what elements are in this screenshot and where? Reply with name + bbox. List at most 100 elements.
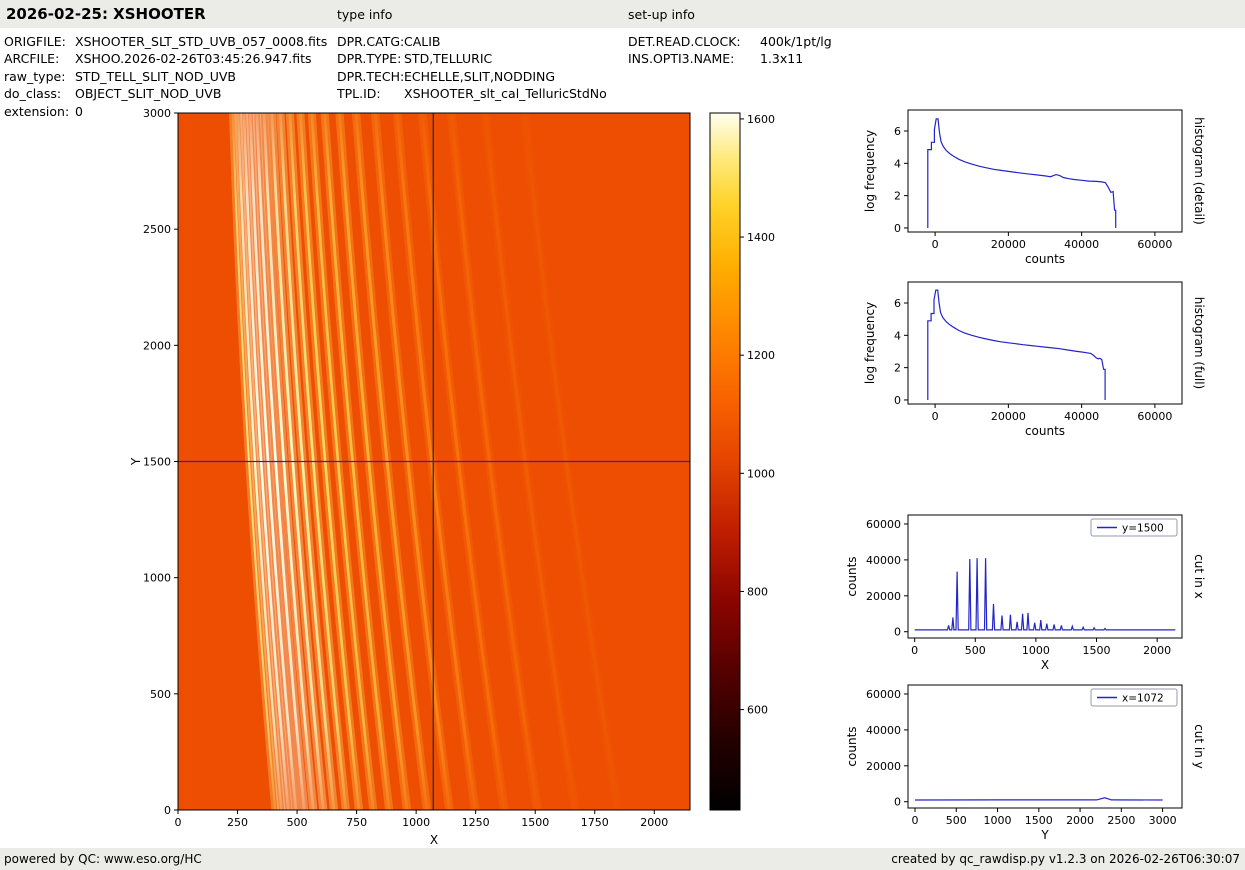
svg-text:1500: 1500 xyxy=(521,816,549,829)
meta-row: DPR.TECH:ECHELLE,SLIT,NODDING xyxy=(337,68,607,85)
svg-text:2000: 2000 xyxy=(640,816,668,829)
meta-value: ECHELLE,SLIT,NODDING xyxy=(404,68,556,84)
meta-label: DPR.TECH: xyxy=(337,68,405,84)
meta-value: CALIB xyxy=(404,34,441,49)
meta-label: do_class: xyxy=(4,86,62,102)
svg-text:0: 0 xyxy=(912,814,919,827)
svg-text:2: 2 xyxy=(894,362,901,375)
meta-value: XSHOOTER_SLT_STD_UVB_057_0008.fits xyxy=(75,34,328,49)
svg-text:20000: 20000 xyxy=(991,410,1026,423)
svg-text:1250: 1250 xyxy=(462,816,490,829)
svg-text:1600: 1600 xyxy=(747,113,775,126)
svg-text:counts: counts xyxy=(1025,424,1065,438)
svg-text:2000: 2000 xyxy=(1066,814,1094,827)
meta-value: STD,TELLURIC xyxy=(404,51,493,67)
svg-text:500: 500 xyxy=(287,816,308,829)
svg-text:Y: Y xyxy=(129,457,143,466)
svg-text:20000: 20000 xyxy=(991,238,1026,251)
svg-text:1400: 1400 xyxy=(747,231,775,244)
svg-text:cut in x: cut in x xyxy=(1192,554,1206,599)
svg-text:cut in y: cut in y xyxy=(1192,724,1206,769)
meta-label: extension: xyxy=(4,103,70,119)
meta-row: ARCFILE: XSHOO.2026-02-26T03:45:26.947.fi… xyxy=(4,50,327,67)
meta-value: STD_TELL_SLIT_NOD_UVB xyxy=(75,68,236,84)
svg-text:X: X xyxy=(430,833,438,847)
svg-text:x=1072: x=1072 xyxy=(1122,692,1164,704)
footer-bar: powered by QC: www.eso.org/HC created by… xyxy=(0,848,1245,870)
svg-text:60000: 60000 xyxy=(1137,410,1172,423)
meta-label: raw_type: xyxy=(4,68,66,84)
footer-created: created by qc_rawdisp.py v1.2.3 on 2026-… xyxy=(891,852,1240,866)
svg-text:1000: 1000 xyxy=(984,814,1012,827)
svg-text:0: 0 xyxy=(894,394,901,407)
page-title: 2026-02-25: XSHOOTER xyxy=(6,5,206,23)
svg-text:y=1500: y=1500 xyxy=(1122,522,1164,534)
svg-text:4: 4 xyxy=(894,157,901,170)
svg-text:60000: 60000 xyxy=(866,688,901,701)
meta-row: DPR.TYPE: STD,TELLURIC xyxy=(337,50,607,67)
svg-text:log frequency: log frequency xyxy=(863,302,877,384)
svg-text:40000: 40000 xyxy=(1064,238,1099,251)
meta-value: 0 xyxy=(75,103,83,119)
meta-value: 1.3x11 xyxy=(760,51,804,67)
svg-text:60000: 60000 xyxy=(866,518,901,531)
main-image-plot: 0 250 500 750 1000 1250 1500 1750 2000 0 500 1000 15… xyxy=(112,97,702,862)
svg-text:1000: 1000 xyxy=(747,467,775,480)
meta-label: ARCFILE: xyxy=(4,51,60,67)
svg-text:40000: 40000 xyxy=(1064,410,1099,423)
svg-text:1000: 1000 xyxy=(1022,644,1050,657)
cut-in-x-plot: 0 500 1000 1500 2000 0 20000 40000 60000 Xcounts c… xyxy=(842,499,1218,686)
svg-text:1500: 1500 xyxy=(143,456,171,469)
svg-text:1000: 1000 xyxy=(402,816,430,829)
meta-row: DET.READ.CLOCK: 400k/1pt/lg xyxy=(628,33,832,50)
svg-text:1200: 1200 xyxy=(747,349,775,362)
svg-text:Y: Y xyxy=(1040,828,1049,842)
svg-text:800: 800 xyxy=(747,585,768,598)
svg-text:3000: 3000 xyxy=(143,107,171,120)
svg-text:1500: 1500 xyxy=(1025,814,1053,827)
svg-text:1750: 1750 xyxy=(581,816,609,829)
svg-text:2000: 2000 xyxy=(1143,644,1171,657)
svg-text:1000: 1000 xyxy=(143,572,171,585)
svg-text:40000: 40000 xyxy=(866,724,901,737)
svg-text:counts: counts xyxy=(845,726,859,766)
svg-text:3000: 3000 xyxy=(1149,814,1177,827)
histogram-full-plot: 0 20000 40000 60000 0 2 4 6 counts log frequency h… xyxy=(842,266,1218,452)
svg-text:6: 6 xyxy=(894,125,901,138)
svg-text:0: 0 xyxy=(911,644,918,657)
svg-text:0: 0 xyxy=(175,816,182,829)
meta-value: XSHOO.2026-02-26T03:45:26.947.fits xyxy=(75,51,312,67)
meta-row: ORIGFILE: XSHOOTER_SLT_STD_UVB_057_0008.f… xyxy=(4,33,327,50)
meta-label: INS.OPTI3.NAME: xyxy=(628,51,735,67)
meta-row: INS.OPTI3.NAME: 1.3x11 xyxy=(628,50,832,67)
svg-text:6: 6 xyxy=(894,297,901,310)
footer-credit: powered by QC: www.eso.org/HC xyxy=(4,852,202,866)
svg-text:600: 600 xyxy=(747,704,768,717)
meta-row: raw_type: STD_TELL_SLIT_NOD_UVB xyxy=(4,68,327,85)
meta-label: ORIGFILE: xyxy=(4,34,66,49)
svg-text:500: 500 xyxy=(946,814,967,827)
svg-text:2000: 2000 xyxy=(143,339,171,352)
svg-text:0: 0 xyxy=(932,238,939,251)
meta-row: DPR.CATG:CALIB xyxy=(337,33,607,50)
svg-text:0: 0 xyxy=(932,410,939,423)
svg-text:2: 2 xyxy=(894,190,901,203)
svg-text:log frequency: log frequency xyxy=(863,130,877,212)
svg-text:histogram (full): histogram (full) xyxy=(1192,297,1206,390)
svg-text:4: 4 xyxy=(894,329,901,342)
meta-value: 400k/1pt/lg xyxy=(760,34,832,49)
meta-label: DET.READ.CLOCK: xyxy=(628,34,741,49)
svg-text:0: 0 xyxy=(894,626,901,639)
svg-text:2500: 2500 xyxy=(1107,814,1135,827)
meta-label: DPR.TYPE: xyxy=(337,51,402,67)
svg-text:750: 750 xyxy=(346,816,367,829)
svg-text:0: 0 xyxy=(894,796,901,809)
qc-report-page: 2026-02-25: XSHOOTER type info set-up in… xyxy=(0,0,1245,870)
meta-col-type: DPR.CATG:CALIB DPR.TYPE: STD,TELLURIC DPR.T… xyxy=(337,33,607,103)
colorbar: 600 800 1000 1200 1400 1600 xyxy=(704,97,798,830)
svg-text:20000: 20000 xyxy=(866,590,901,603)
svg-text:0: 0 xyxy=(164,804,171,817)
histogram-detail-plot: 0 20000 40000 60000 0 2 4 6 counts log frequency h… xyxy=(842,94,1218,280)
svg-text:2500: 2500 xyxy=(143,223,171,236)
svg-text:counts: counts xyxy=(1025,252,1065,266)
